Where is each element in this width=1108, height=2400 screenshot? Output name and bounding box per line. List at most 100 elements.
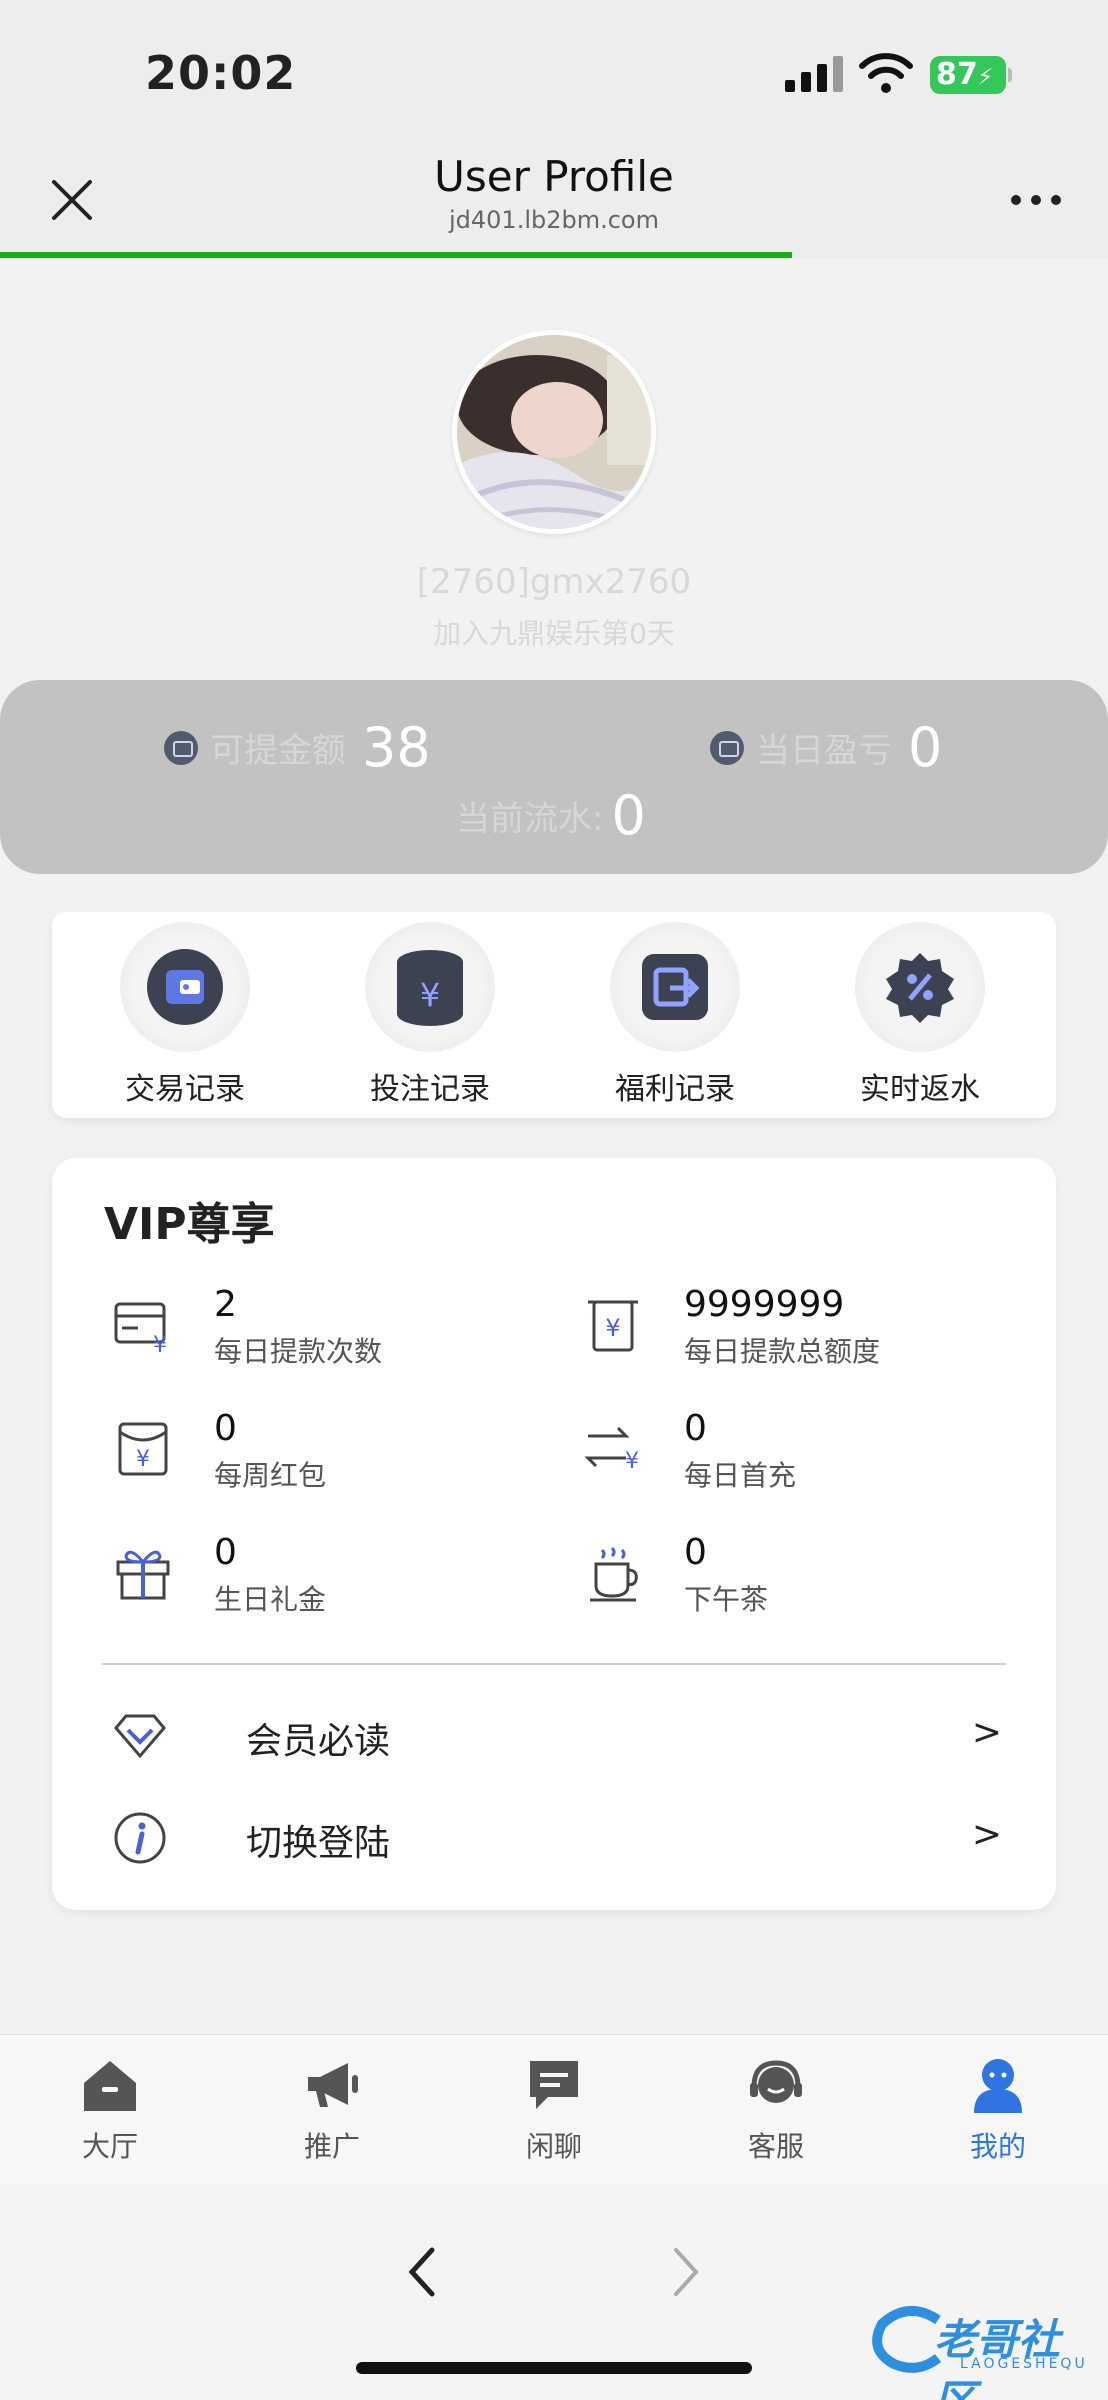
action-label: 交易记录: [125, 1072, 245, 1107]
svg-text:¥: ¥: [420, 976, 440, 1014]
tab-label: 我的: [969, 2130, 1026, 2163]
chat-icon: [530, 2061, 578, 2109]
page-load-progress: [0, 252, 1108, 258]
card-yen-icon: ¥: [114, 1302, 167, 1356]
red-envelope-icon: ¥: [118, 1422, 168, 1476]
vip-title: VIP尊享: [104, 1199, 275, 1250]
perk-value: 0: [214, 1532, 237, 1573]
perk-value: 0: [214, 1408, 237, 1449]
withdrawable-value: 38: [362, 716, 431, 779]
chevron-right-icon: >: [971, 1712, 1002, 1753]
exchange-icon: [610, 922, 740, 1052]
tab-chat[interactable]: 闲聊: [474, 2055, 634, 2165]
tab-label: 闲聊: [525, 2130, 582, 2163]
watermark-logo: 老哥社区 LAOGESHEQU: [868, 2300, 1100, 2400]
svg-text:¥: ¥: [136, 1447, 150, 1472]
perk-label: 每日首充: [684, 1459, 797, 1492]
gift-icon: [116, 1550, 170, 1600]
status-time: 20:02: [145, 46, 297, 100]
svg-text:¥: ¥: [153, 1333, 167, 1356]
vip-benefits-card: VIP尊享 ¥ 2 每日提款次数 ¥ 9999999 每日提款总额度 ¥ 0 每…: [52, 1158, 1056, 1910]
action-bet-records[interactable]: ¥ 投注记录: [340, 922, 520, 1108]
receipt-yen-icon: ¥: [588, 1300, 638, 1352]
perk-label: 生日礼金: [214, 1583, 327, 1616]
status-bar: 20:02 87⚡: [0, 0, 1108, 140]
perk-daily-withdraw-limit: ¥ 9999999 每日提款总额度: [582, 1284, 1002, 1374]
back-arrow-icon[interactable]: [398, 2242, 448, 2302]
perk-value: 9999999: [684, 1284, 845, 1325]
switch-login-row[interactable]: 切换登陆 >: [112, 1796, 1002, 1876]
tab-lobby[interactable]: 大厅: [30, 2055, 190, 2165]
action-label: 投注记录: [370, 1072, 490, 1107]
withdrawable-stat: 可提金额 38: [164, 716, 431, 779]
coffee-icon: [590, 1546, 638, 1602]
tab-promotion[interactable]: 推广: [252, 2055, 412, 2165]
yen-database-icon: ¥: [365, 922, 495, 1052]
withdrawable-label: 可提金额: [210, 731, 346, 771]
perk-weekly-red-envelope: ¥ 0 每周红包: [112, 1408, 532, 1498]
quick-actions-card: 交易记录 ¥ 投注记录 福利记录 实时返水: [52, 912, 1056, 1118]
watermark-subtext: LAOGESHEQU: [960, 2356, 1088, 2372]
perk-daily-first-deposit: ¥ 0 每日首充: [582, 1408, 1002, 1498]
tab-label: 大厅: [81, 2130, 138, 2163]
headset-icon: [750, 2060, 802, 2103]
action-welfare-records[interactable]: 福利记录: [585, 922, 765, 1108]
perk-value: 0: [684, 1408, 707, 1449]
svg-text:¥: ¥: [625, 1449, 639, 1474]
megaphone-icon: [308, 2063, 358, 2107]
chevron-right-icon: >: [971, 1814, 1002, 1855]
tab-mine[interactable]: 我的: [918, 2055, 1078, 2165]
svg-text:¥: ¥: [605, 1314, 620, 1342]
action-realtime-rebate[interactable]: 实时返水: [830, 922, 1010, 1108]
page-title: User Profile: [434, 152, 674, 201]
tab-label: 推广: [303, 2130, 360, 2163]
forward-arrow-icon[interactable]: [660, 2242, 710, 2302]
user-icon: [974, 2059, 1022, 2113]
switch-login-label: 切换登陆: [246, 1823, 391, 1864]
charging-bolt-icon: ⚡: [977, 65, 994, 90]
page-url: jd401.lb2bm.com: [448, 206, 659, 234]
more-options-icon[interactable]: [1004, 180, 1068, 220]
perk-label: 每日提款总额度: [684, 1335, 881, 1368]
avatar-image: [457, 335, 651, 529]
join-days: 加入九鼎娱乐第0天: [433, 617, 675, 650]
action-label: 实时返水: [860, 1072, 980, 1107]
progress-fill: [0, 252, 793, 258]
username: [2760]gmx2760: [416, 562, 692, 602]
wifi-icon: [859, 53, 913, 93]
home-indicator[interactable]: [356, 2362, 752, 2374]
turnover-label: 当前流水:: [456, 799, 604, 839]
perk-label: 每周红包: [214, 1459, 327, 1492]
diamond-icon: [114, 1714, 166, 1759]
action-transaction-records[interactable]: 交易记录: [95, 922, 275, 1108]
bottom-tab-bar: 大厅 推广 闲聊 客服 我的: [0, 2034, 1108, 2184]
perk-birthday-bonus: 0 生日礼金: [112, 1532, 532, 1622]
perk-value: 0: [684, 1532, 707, 1573]
home-icon: [84, 2061, 136, 2111]
battery-indicator: 87⚡: [930, 56, 1012, 94]
transfer-yen-icon: ¥: [584, 1426, 639, 1474]
browser-header: User Profile jd401.lb2bm.com: [0, 140, 1108, 252]
member-guide-label: 会员必读: [246, 1721, 391, 1762]
member-guide-row[interactable]: 会员必读 >: [112, 1694, 1002, 1774]
daily-pl-stat: 当日盈亏 0: [710, 716, 942, 779]
info-icon: [114, 1812, 166, 1864]
perk-label: 每日提款次数: [214, 1335, 383, 1368]
battery-level: 87: [936, 57, 978, 92]
daily-pl-value: 0: [908, 716, 943, 779]
perk-afternoon-tea: 0 下午茶: [582, 1532, 1002, 1622]
avatar[interactable]: [452, 330, 656, 534]
watermark-text: 老哥社区: [934, 2315, 1061, 2400]
balance-stats-card: 可提金额 38 当日盈亏 0 当前流水: 0: [0, 680, 1108, 874]
tab-label: 客服: [747, 2130, 804, 2163]
perk-value: 2: [214, 1284, 237, 1325]
turnover-value: 0: [611, 784, 646, 847]
tab-customer-service[interactable]: 客服: [696, 2055, 856, 2165]
wallet-coin-icon: [164, 730, 198, 765]
turnover-stat: 当前流水: 0: [456, 784, 646, 847]
perk-daily-withdraw-count: ¥ 2 每日提款次数: [112, 1284, 532, 1374]
section-divider: [102, 1663, 1006, 1665]
percent-gear-icon: [855, 922, 985, 1052]
wallet-icon: [120, 922, 250, 1052]
daily-pl-label: 当日盈亏: [756, 731, 892, 771]
